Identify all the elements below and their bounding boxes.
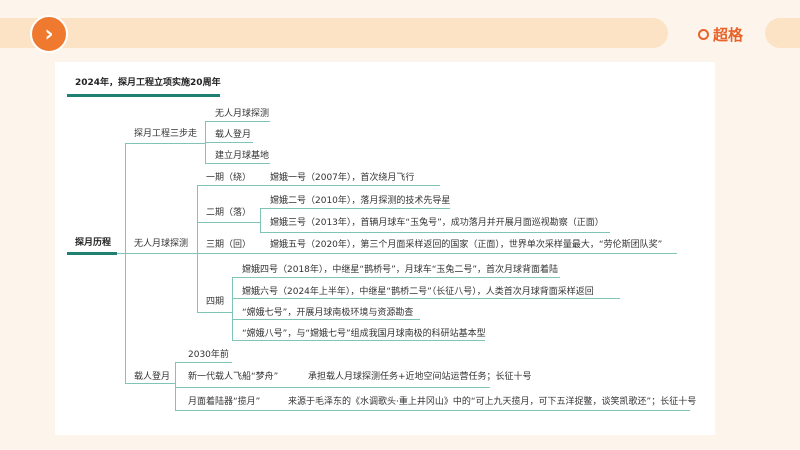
node-phase3: 三期（回）	[206, 240, 252, 250]
connector	[175, 362, 232, 363]
node-mission: 嫦娥五号（2020年），第三个月面采样返回的国家（正面），世界单次采样量最大，“…	[270, 240, 663, 250]
connector	[260, 208, 450, 209]
node-lander-desc: 来源于毛泽东的《水调歌头·重上井冈山》中的“可上九天揽月，可下五洋捉鳖，谈笑凯歌…	[288, 397, 697, 407]
title-underline	[67, 94, 220, 97]
connector	[232, 277, 560, 278]
connector	[197, 222, 260, 223]
node-mission: 嫦娥一号（2007年），首次绕月飞行	[270, 173, 415, 183]
node-phase1: 一期（绕）	[206, 173, 252, 183]
connector	[197, 185, 440, 186]
node-spacecraft: 新一代载人飞船“梦舟”	[188, 372, 279, 382]
connector	[205, 142, 253, 143]
root-node: 探月历程	[75, 238, 112, 248]
chevron-right-icon: ›	[44, 21, 54, 47]
top-bar	[0, 18, 668, 48]
logo-text: 超格	[713, 26, 744, 44]
connector	[125, 383, 175, 384]
node-unmanned: 无人月球探测	[134, 239, 189, 249]
logo: 超格	[698, 24, 743, 45]
node-three-steps: 探月工程三步走	[134, 129, 198, 139]
next-button[interactable]: ›	[30, 15, 68, 53]
connector	[260, 208, 261, 232]
connector	[232, 277, 233, 340]
connector	[175, 362, 176, 410]
node-lander: 月面着陆器“揽月”	[188, 397, 261, 407]
node-spacecraft-desc: 承担载人月球探测任务+近地空间站运营任务；长征十号	[308, 372, 532, 382]
connector	[205, 163, 270, 164]
node-phase4: 四期	[206, 297, 225, 307]
side-pill	[765, 18, 800, 48]
root-underline	[67, 252, 117, 255]
connector	[260, 232, 610, 233]
connector	[232, 319, 420, 320]
connector	[205, 121, 270, 122]
node-mission: 嫦娥六号（2024年上半年），中继星“鹊桥二号”（长征八号），人类首次月球背面采…	[242, 287, 594, 297]
connector	[175, 387, 490, 388]
node-mission: 嫦娥二号（2010年），落月探测的技术先导星	[270, 196, 451, 206]
node-mission: “嫦娥八号”，与“嫦娥七号”组成我国月球南极的科研站基本型	[242, 329, 486, 339]
mindmap-title: 2024年，探月工程立项实施20周年	[75, 78, 221, 88]
connector	[117, 253, 125, 254]
node-manned: 载人登月	[134, 372, 171, 382]
node-step: 无人月球探测	[215, 109, 270, 119]
connector	[197, 253, 677, 254]
connector	[197, 185, 198, 312]
connector	[232, 340, 485, 341]
node-step: 建立月球基地	[215, 151, 270, 161]
node-phase2: 二期（落）	[206, 208, 252, 218]
connector	[232, 298, 620, 299]
connector	[125, 253, 197, 254]
connector	[125, 143, 205, 144]
connector	[125, 143, 126, 383]
connector	[197, 312, 232, 313]
connector	[175, 410, 690, 411]
logo-icon	[698, 29, 709, 40]
node-mission: “嫦娥七号”，开展月球南极环境与资源勘查	[242, 308, 414, 318]
node-timeframe: 2030年前	[188, 350, 229, 360]
node-mission: 嫦娥三号（2013年），首辆月球车“玉兔号”，成功落月并开展月面巡视勘察（正面）	[270, 218, 604, 228]
node-mission: 嫦娥四号（2018年），中继星“鹊桥号”，月球车“玉兔二号”，首次月球背面着陆	[242, 265, 559, 275]
node-step: 载人登月	[215, 130, 252, 140]
